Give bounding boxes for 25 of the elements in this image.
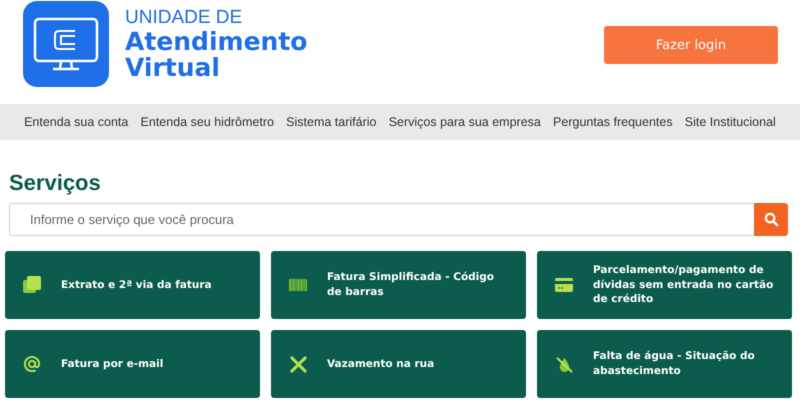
nav-link[interactable]: Site Institucional <box>684 115 776 129</box>
barcode-icon <box>289 279 307 291</box>
nav-link[interactable]: Entenda sua conta <box>24 115 128 129</box>
service-card[interactable]: Fatura Simplificada - Código de barras <box>271 251 526 319</box>
credit-card-icon <box>555 278 573 292</box>
copies-icon <box>23 276 41 294</box>
monitor-logo-icon <box>23 1 109 87</box>
nav-link[interactable]: Entenda seu hidrômetro <box>140 115 274 129</box>
nav-link[interactable]: Serviços para sua empresa <box>388 115 541 129</box>
logo-subtitle: UNIDADE DE <box>125 8 244 27</box>
no-water-drop-icon <box>556 356 572 372</box>
service-card[interactable]: Parcelamento/pagamento de dívidas sem entrada no cartão de crédito <box>537 251 792 319</box>
logo-title: Atendimento <box>125 29 308 54</box>
service-card[interactable]: Extrato e 2ª via da fatura <box>5 251 260 319</box>
service-card[interactable]: Falta de água - Situação do abastecimento <box>537 330 792 398</box>
at-sign-icon <box>24 356 40 372</box>
section-title: Serviços <box>9 170 102 196</box>
search-icon <box>764 212 778 227</box>
service-card[interactable]: Vazamento na rua <box>271 330 526 398</box>
nav-link[interactable]: Sistema tarifário <box>286 115 376 129</box>
service-card[interactable]: Fatura por e-mail <box>5 330 260 398</box>
nav-link[interactable]: Perguntas frequentes <box>553 115 673 129</box>
search-button[interactable] <box>754 203 788 236</box>
logo-title: Virtual <box>125 54 221 80</box>
search-field[interactable]: Informe o serviço que você procura <box>9 203 754 236</box>
